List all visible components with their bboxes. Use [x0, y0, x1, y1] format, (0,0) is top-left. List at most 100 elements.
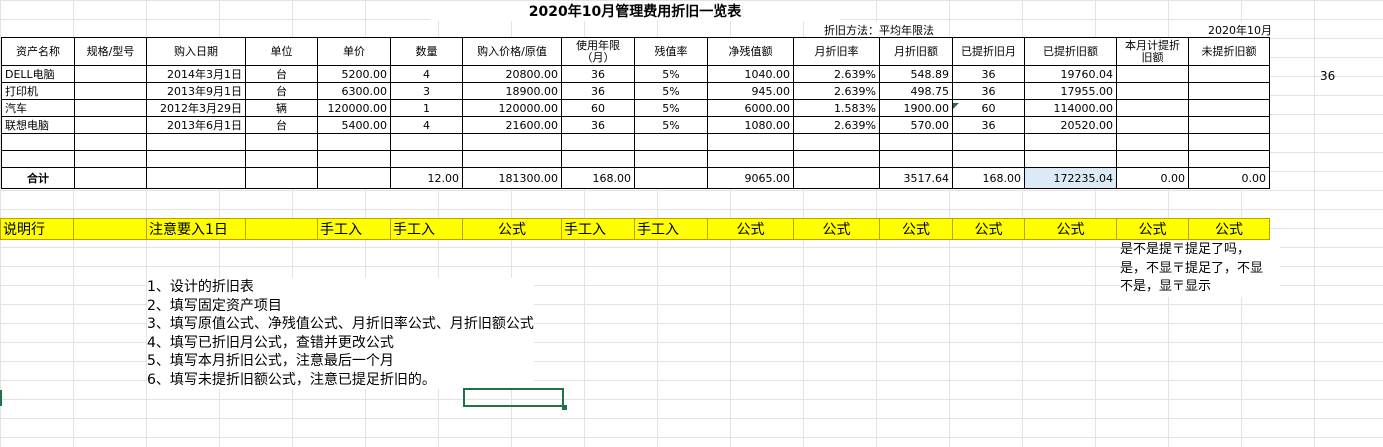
header-cell[interactable]: 数量 — [390, 37, 463, 66]
total-cell[interactable]: 9065.00 — [707, 167, 794, 189]
table-cell[interactable]: 36 — [952, 82, 1025, 100]
instruction-item[interactable]: 5、填写本月折旧公式，注意最后一个月 — [147, 352, 534, 371]
table-cell[interactable]: 联想电脑 — [1, 116, 75, 134]
table-cell[interactable] — [1116, 116, 1189, 134]
header-cell[interactable]: 购入价格/原值 — [462, 37, 562, 66]
table-cell[interactable]: 120000.00 — [317, 99, 391, 117]
header-cell[interactable]: 单价 — [317, 37, 391, 66]
table-cell[interactable]: 1040.00 — [707, 65, 794, 83]
stray-cell-value[interactable]: 36 — [1320, 69, 1335, 83]
note-cell[interactable]: 公式 — [793, 218, 880, 240]
table-cell[interactable] — [317, 133, 391, 151]
table-cell[interactable] — [1116, 150, 1189, 168]
instruction-item[interactable]: 3、填写原值公式、净残值公式、月折旧率公式、月折旧额公式 — [147, 315, 534, 334]
table-cell[interactable]: 辆 — [245, 99, 318, 117]
note-cell[interactable]: 公式 — [1116, 218, 1189, 240]
table-cell[interactable] — [1188, 65, 1270, 83]
note-cell[interactable]: 公式 — [1188, 218, 1270, 240]
total-cell[interactable]: 168.00 — [952, 167, 1025, 189]
table-cell[interactable]: 2013年9月1日 — [146, 82, 246, 100]
table-cell[interactable] — [1188, 116, 1270, 134]
header-cell[interactable]: 已提折旧月 — [952, 37, 1025, 66]
header-cell[interactable]: 未提折旧额 — [1188, 37, 1270, 66]
table-cell[interactable]: 5% — [634, 82, 708, 100]
fill-handle[interactable] — [562, 405, 567, 410]
table-cell[interactable]: 21600.00 — [462, 116, 562, 134]
header-cell[interactable]: 已提折旧额 — [1024, 37, 1117, 66]
table-cell[interactable]: 4 — [390, 65, 463, 83]
table-cell[interactable] — [390, 150, 463, 168]
total-cell[interactable]: 12.00 — [390, 167, 463, 189]
table-cell[interactable]: 18900.00 — [462, 82, 562, 100]
side-note-line[interactable]: 不是，显〒显示 — [1120, 278, 1280, 297]
total-cell[interactable] — [317, 167, 391, 189]
table-cell[interactable]: 台 — [245, 116, 318, 134]
table-cell[interactable] — [74, 65, 147, 83]
table-cell[interactable] — [1116, 133, 1189, 151]
table-cell[interactable]: 20800.00 — [462, 65, 562, 83]
table-cell[interactable] — [561, 133, 635, 151]
header-cell[interactable]: 本月计提折旧额 — [1116, 37, 1189, 66]
table-cell[interactable]: 36 — [561, 65, 635, 83]
table-cell[interactable] — [146, 150, 246, 168]
table-cell[interactable] — [462, 150, 562, 168]
total-cell[interactable] — [74, 167, 147, 189]
table-cell[interactable] — [634, 133, 708, 151]
table-cell[interactable] — [1188, 133, 1270, 151]
table-cell[interactable] — [317, 150, 391, 168]
table-cell[interactable]: 60 — [952, 99, 1025, 117]
note-cell[interactable]: 手工入 — [634, 218, 708, 240]
total-cell[interactable]: 168.00 — [561, 167, 635, 189]
table-cell[interactable] — [1116, 99, 1189, 117]
table-cell[interactable] — [390, 133, 463, 151]
table-cell[interactable] — [245, 133, 318, 151]
note-cell[interactable]: 手工入 — [561, 218, 635, 240]
note-cell[interactable]: 公式 — [462, 218, 562, 240]
total-cell[interactable]: 172235.04 — [1024, 167, 1117, 189]
table-cell[interactable] — [707, 150, 794, 168]
table-cell[interactable] — [1024, 150, 1117, 168]
table-cell[interactable]: 548.89 — [879, 65, 953, 83]
table-cell[interactable] — [879, 133, 953, 151]
note-cell[interactable]: 公式 — [879, 218, 953, 240]
table-cell[interactable]: 汽车 — [1, 99, 75, 117]
instruction-item[interactable]: 2、填写固定资产项目 — [147, 297, 534, 316]
table-cell[interactable] — [707, 133, 794, 151]
total-cell[interactable] — [793, 167, 880, 189]
note-cell[interactable]: 公式 — [1024, 218, 1117, 240]
table-cell[interactable] — [879, 150, 953, 168]
table-cell[interactable]: 台 — [245, 65, 318, 83]
table-cell[interactable] — [952, 133, 1025, 151]
header-cell[interactable]: 使用年限（月） — [561, 37, 635, 66]
table-cell[interactable]: 60 — [561, 99, 635, 117]
table-cell[interactable]: 19760.04 — [1024, 65, 1117, 83]
total-cell[interactable]: 0.00 — [1116, 167, 1189, 189]
table-cell[interactable]: 1.583% — [793, 99, 880, 117]
total-cell[interactable] — [245, 167, 318, 189]
table-cell[interactable] — [74, 116, 147, 134]
table-cell[interactable] — [1116, 65, 1189, 83]
table-cell[interactable] — [1, 150, 75, 168]
table-cell[interactable] — [74, 150, 147, 168]
header-cell[interactable]: 购入日期 — [146, 37, 246, 66]
table-cell[interactable]: 5400.00 — [317, 116, 391, 134]
instruction-item[interactable]: 1、设计的折旧表 — [147, 278, 534, 297]
table-cell[interactable]: 120000.00 — [462, 99, 562, 117]
table-cell[interactable]: 2012年3月29日 — [146, 99, 246, 117]
table-cell[interactable]: 17955.00 — [1024, 82, 1117, 100]
table-cell[interactable] — [952, 150, 1025, 168]
table-cell[interactable]: 6300.00 — [317, 82, 391, 100]
note-cell[interactable]: 说明行 — [0, 218, 74, 240]
table-cell[interactable] — [634, 150, 708, 168]
note-cell[interactable]: 公式 — [707, 218, 794, 240]
table-cell[interactable] — [1116, 82, 1189, 100]
table-cell[interactable] — [1188, 150, 1270, 168]
note-cell[interactable]: 注意要入1日 — [146, 218, 246, 240]
table-cell[interactable]: 5% — [634, 65, 708, 83]
table-cell[interactable] — [1, 133, 75, 151]
table-cell[interactable] — [146, 133, 246, 151]
note-cell[interactable] — [73, 218, 147, 240]
table-cell[interactable]: 2.639% — [793, 65, 880, 83]
total-cell[interactable]: 181300.00 — [462, 167, 562, 189]
side-note-line[interactable]: 是，不显〒提足了，不显 — [1120, 260, 1280, 279]
